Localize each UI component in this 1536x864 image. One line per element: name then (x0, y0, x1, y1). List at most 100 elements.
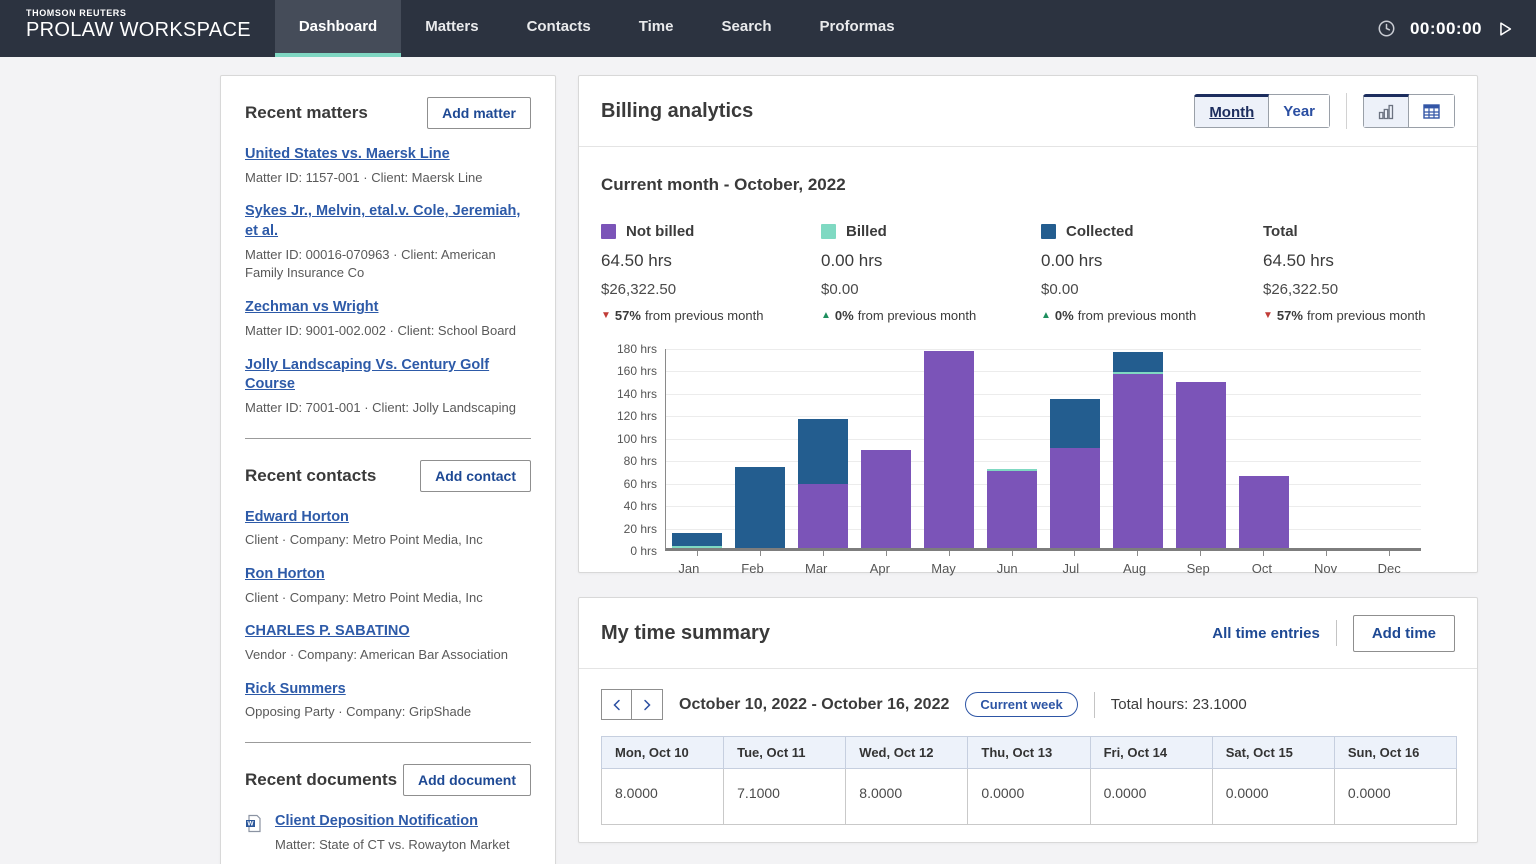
x-label-oct: Oct (1230, 561, 1294, 576)
stat-collected: Collected0.00 hrs$0.00▲0% from previous … (1041, 223, 1263, 323)
matter-link[interactable]: Zechman vs Wright (245, 299, 378, 315)
table-view-button[interactable] (1409, 94, 1455, 128)
x-tick (1389, 551, 1390, 556)
timer-display: 00:00:00 (1410, 19, 1482, 39)
billing-analytics-card: Billing analytics Month Year (578, 75, 1478, 573)
bar-slot-mar (792, 349, 855, 548)
add-document-button[interactable]: Add document (403, 764, 531, 796)
contact-item: CHARLES P. SABATINOVendor · Company: Ame… (245, 622, 531, 664)
stat-delta: ▲0% from previous month (1041, 308, 1263, 323)
day-hours-cell[interactable]: 0.0000 (968, 769, 1090, 825)
stacked-bar-apr[interactable] (861, 450, 911, 548)
document-item: WClient Deposition NotificationMatter: S… (245, 812, 531, 854)
x-tick-slot (729, 551, 792, 556)
nav-tab-proformas[interactable]: Proformas (796, 0, 919, 57)
stat-label-row: Collected (1041, 223, 1263, 240)
stat-not-billed: Not billed64.50 hrs$26,322.50▼57% from p… (601, 223, 821, 323)
stat-label-row: Total (1263, 223, 1455, 240)
bar-segment-not-billed (987, 471, 1037, 548)
stacked-bar-jul[interactable] (1050, 399, 1100, 548)
day-hours-cell[interactable]: 8.0000 (602, 769, 724, 825)
matter-item: Jolly Landscaping Vs. Century Golf Cours… (245, 356, 531, 418)
current-week-pill[interactable]: Current week (965, 692, 1077, 717)
date-range-label: October 10, 2022 - October 16, 2022 (679, 696, 949, 714)
stacked-bar-may[interactable] (924, 351, 974, 549)
day-hours-cell[interactable]: 0.0000 (1090, 769, 1212, 825)
add-time-button[interactable]: Add time (1353, 615, 1455, 652)
stacked-bar-aug[interactable] (1113, 352, 1163, 548)
x-tick (760, 551, 761, 556)
contact-link[interactable]: Rick Summers (245, 681, 346, 697)
x-tick-slot (666, 551, 729, 556)
y-tick-label: 180 hrs (617, 342, 657, 356)
toggle-divider (1346, 93, 1347, 129)
day-header-cell: Sat, Oct 15 (1212, 737, 1334, 769)
x-tick (1137, 551, 1138, 556)
stat-delta: ▼57% from previous month (601, 308, 821, 323)
nav-tab-dashboard[interactable]: Dashboard (275, 0, 401, 57)
legend-swatch (601, 224, 616, 239)
stat-label-row: Billed (821, 223, 1041, 240)
next-week-button[interactable] (632, 689, 663, 720)
day-hours-cell[interactable]: 8.0000 (846, 769, 968, 825)
delta-text: from previous month (858, 308, 977, 323)
add-contact-button[interactable]: Add contact (420, 460, 531, 492)
contact-link[interactable]: Ron Horton (245, 566, 325, 582)
stacked-bar-feb[interactable] (735, 467, 785, 548)
up-triangle-icon: ▲ (1041, 311, 1051, 321)
matter-link[interactable]: Jolly Landscaping Vs. Century Golf Cours… (245, 357, 489, 393)
y-tick-label: 40 hrs (624, 499, 657, 513)
matter-link[interactable]: United States vs. Maersk Line (245, 146, 450, 162)
x-tick (1326, 551, 1327, 556)
nav-tab-matters[interactable]: Matters (401, 0, 502, 57)
day-hours-cell[interactable]: 7.1000 (724, 769, 846, 825)
brand-logo: THOMSON REUTERS PROLAW WORKSPACE (0, 0, 275, 57)
y-tick-label: 160 hrs (617, 364, 657, 378)
add-matter-button[interactable]: Add matter (427, 97, 531, 129)
x-tick (886, 551, 887, 556)
bar-slot-nov (1295, 349, 1358, 548)
stat-total: Total64.50 hrs$26,322.50▼57% from previo… (1263, 223, 1455, 323)
all-time-entries-link[interactable]: All time entries (1212, 625, 1320, 642)
stat-delta: ▲0% from previous month (821, 308, 1041, 323)
x-tick-slot (1232, 551, 1295, 556)
contact-link[interactable]: CHARLES P. SABATINO (245, 623, 410, 639)
stacked-bar-mar[interactable] (798, 419, 848, 548)
previous-week-button[interactable] (601, 689, 632, 720)
x-tick (1074, 551, 1075, 556)
delta-percent: 0% (1055, 308, 1074, 323)
contact-item: Rick SummersOpposing Party · Company: Gr… (245, 680, 531, 722)
stacked-bar-oct[interactable] (1239, 476, 1289, 548)
nav-tab-contacts[interactable]: Contacts (503, 0, 615, 57)
day-hours-cell[interactable]: 0.0000 (1212, 769, 1334, 825)
billing-period-subtitle: Current month - October, 2022 (601, 175, 1455, 195)
matter-link[interactable]: Sykes Jr., Melvin, etal.v. Cole, Jeremia… (245, 203, 520, 239)
matter-meta: Matter ID: 9001-002.002 · Client: School… (245, 322, 531, 341)
x-tick-slot (1044, 551, 1107, 556)
x-tick-slot (981, 551, 1044, 556)
x-label-jun: Jun (975, 561, 1039, 576)
chart-y-axis: 0 hrs20 hrs40 hrs60 hrs80 hrs100 hrs120 … (609, 349, 665, 551)
chart-x-labels: JanFebMarAprMayJunJulAugSepOctNovDec (657, 561, 1421, 576)
stacked-bar-sep[interactable] (1176, 382, 1226, 548)
document-link[interactable]: Client Deposition Notification (275, 813, 478, 829)
contact-link[interactable]: Edward Horton (245, 509, 349, 525)
year-toggle-button[interactable]: Year (1269, 94, 1330, 128)
bar-segment-collected (672, 533, 722, 545)
month-toggle-button[interactable]: Month (1194, 94, 1269, 128)
nav-tab-time[interactable]: Time (615, 0, 698, 57)
stat-label: Not billed (626, 223, 694, 240)
x-label-apr: Apr (848, 561, 912, 576)
x-tick-slot (1169, 551, 1232, 556)
stacked-bar-jun[interactable] (987, 469, 1037, 548)
start-timer-button[interactable] (1496, 20, 1514, 38)
bar-slot-sep (1169, 349, 1232, 548)
bar-slot-feb (729, 349, 792, 548)
nav-tab-search[interactable]: Search (698, 0, 796, 57)
chart-view-button[interactable] (1363, 94, 1409, 128)
day-hours-cell[interactable]: 0.0000 (1334, 769, 1456, 825)
y-tick-label: 20 hrs (624, 522, 657, 536)
matter-item: Sykes Jr., Melvin, etal.v. Cole, Jeremia… (245, 202, 531, 283)
brand-prolaw-workspace: PROLAW WORKSPACE (26, 19, 251, 42)
stacked-bar-jan[interactable] (672, 533, 722, 548)
